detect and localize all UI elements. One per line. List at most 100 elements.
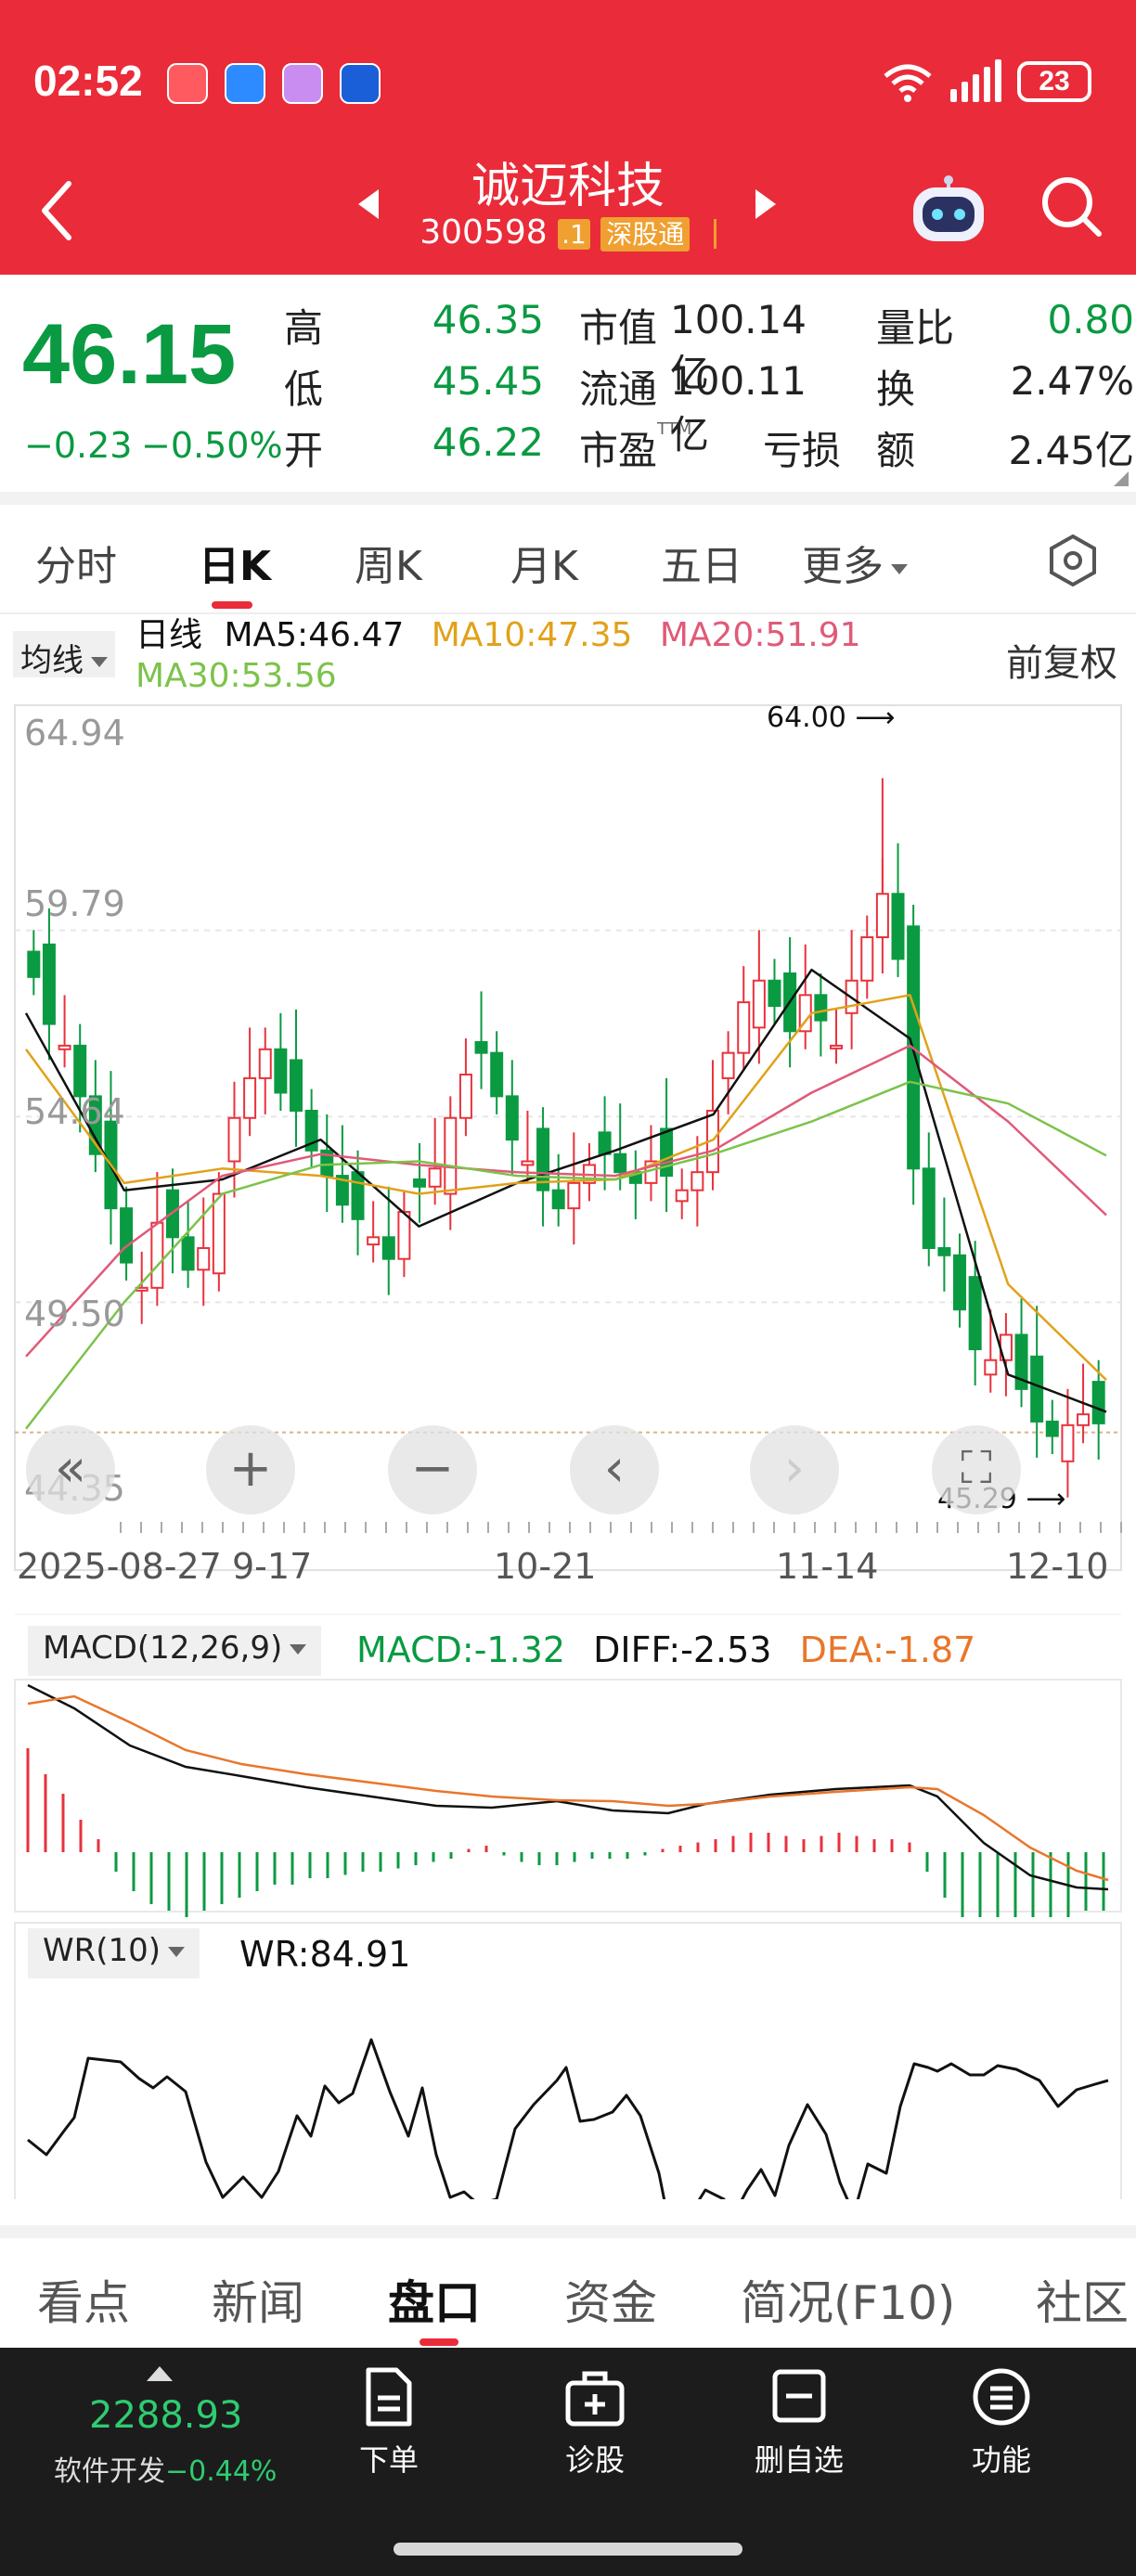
tab-order-book[interactable]: 盘口	[388, 2266, 481, 2333]
zoom-in-button[interactable]: +	[206, 1425, 295, 1514]
minus-icon: −	[410, 1438, 455, 1499]
order-label: 下单	[358, 2442, 419, 2478]
menu-circle-icon	[973, 2368, 1030, 2426]
index-name-row[interactable]: 软件开发−0.44%	[54, 2448, 277, 2489]
candle-down	[814, 994, 828, 1022]
index-change: −0.44%	[165, 2455, 278, 2488]
ma-legend-row: 日线 MA5:46.47 MA10:47.35 MA20:51.91	[136, 612, 861, 659]
candle-up	[830, 1044, 843, 1050]
stock-code-row: 300598 .1 深股通	[408, 213, 728, 251]
candle-down	[891, 893, 905, 960]
y-tick-3: 54.64	[24, 1091, 125, 1132]
candle-up	[428, 1167, 442, 1188]
high-price-label: 64.00 ⟶	[767, 702, 896, 734]
chevron-down-icon	[891, 563, 908, 574]
index-up-triangle-icon	[147, 2366, 173, 2381]
prev-stock-button[interactable]	[358, 189, 379, 219]
back-button[interactable]	[37, 178, 78, 243]
chevron-down-icon	[91, 657, 108, 667]
stat-value-pe: 亏损	[762, 428, 841, 473]
stat-label-amount: 额	[876, 428, 916, 473]
candle-up	[243, 1076, 257, 1119]
ma-line-ma10	[24, 994, 1107, 1381]
macd-chart[interactable]	[0, 1657, 1136, 1917]
remove-watchlist-label: 删自选	[754, 2442, 844, 2478]
candle-up	[752, 979, 766, 1029]
tab-f10[interactable]: 简况(F10)	[741, 2266, 955, 2333]
settings-hexagon-icon[interactable]	[1045, 533, 1101, 588]
battery-level: 23	[1039, 66, 1070, 97]
tab-news[interactable]: 新闻	[212, 2266, 304, 2333]
search-icon[interactable]	[1038, 173, 1104, 239]
candle-up	[458, 1074, 472, 1119]
diagnose-button[interactable]: 诊股	[544, 2366, 646, 2479]
chevron-down-icon	[290, 1644, 307, 1655]
candle-up	[227, 1116, 241, 1163]
stat-label-mktcap: 市值	[579, 305, 658, 351]
chevron-left-icon: ‹	[603, 1438, 626, 1499]
tab-community[interactable]: 社区	[1036, 2266, 1129, 2333]
candle-down	[922, 1167, 936, 1249]
candle-down	[1045, 1420, 1059, 1437]
ma20-value: MA20:51.91	[659, 616, 861, 654]
fullscreen-button[interactable]: ⛶	[932, 1425, 1021, 1514]
candle-down	[968, 1276, 982, 1351]
zoom-out-button[interactable]: −	[388, 1425, 477, 1514]
expand-corner-icon[interactable]	[1114, 471, 1129, 486]
tab-monthly-k[interactable]: 月K	[510, 533, 578, 592]
candle-down	[351, 1171, 365, 1220]
tab-five-day[interactable]: 五日	[661, 533, 742, 592]
functions-button[interactable]: 功能	[950, 2366, 1052, 2479]
status-time: 02:52	[33, 57, 143, 105]
x-tick-4: 11-14	[776, 1546, 879, 1587]
candle-up	[567, 1181, 581, 1210]
candle-up	[258, 1048, 272, 1079]
double-left-button[interactable]: «	[26, 1425, 115, 1514]
candle-up	[212, 1192, 226, 1275]
browser-app-icon	[340, 63, 381, 104]
x-tick-1: 2025-08-27	[17, 1546, 222, 1587]
tab-highlights[interactable]: 看点	[37, 2266, 130, 2333]
tab-intraday[interactable]: 分时	[35, 533, 117, 592]
robot-assistant-icon[interactable]	[910, 174, 988, 245]
candle-down	[42, 943, 56, 1025]
code-suffix-badge: .1	[558, 219, 590, 250]
candle-down	[490, 1051, 504, 1098]
candle-down	[551, 1189, 565, 1210]
stat-value-open: 46.22	[432, 419, 544, 465]
kline-type-label: 日线	[136, 616, 203, 654]
x-tick-2: 9-17	[232, 1546, 313, 1587]
candle-up	[444, 1116, 458, 1195]
tab-weekly-k[interactable]: 周K	[355, 533, 422, 592]
next-stock-button[interactable]	[755, 189, 776, 219]
remove-watchlist-button[interactable]: 删自选	[746, 2366, 852, 2479]
plus-icon: +	[228, 1438, 273, 1499]
candle-up	[397, 1211, 411, 1260]
tab-daily-k[interactable]: 日K	[199, 533, 271, 592]
scroll-left-button[interactable]: ‹	[570, 1425, 659, 1514]
ma-selector[interactable]: 均线	[13, 631, 115, 679]
y-tick-2: 59.79	[24, 883, 125, 924]
double-chevron-left-icon: «	[54, 1438, 87, 1499]
index-value[interactable]: 2288.93	[89, 2394, 242, 2437]
tab-funds[interactable]: 资金	[564, 2266, 657, 2333]
candle-up	[150, 1221, 164, 1289]
adjust-mode-button[interactable]: 前复权	[1006, 633, 1117, 687]
wr-chart[interactable]	[0, 1921, 1136, 2199]
candle-down	[1091, 1381, 1105, 1424]
candle-down	[660, 1127, 674, 1178]
candle-down	[505, 1095, 519, 1141]
candle-down	[413, 1178, 427, 1188]
home-indicator[interactable]	[394, 2543, 742, 2556]
scroll-right-button[interactable]: ›	[750, 1425, 839, 1514]
stat-label-volratio: 量比	[876, 305, 955, 351]
stat-label-high: 高	[284, 305, 324, 351]
x-tick-5: 12-10	[1006, 1546, 1109, 1587]
candle-up	[197, 1246, 211, 1271]
bottom-tabs-divider	[0, 2225, 1136, 2238]
exchange-badge: 深股通	[600, 217, 691, 251]
candle-down	[937, 1246, 951, 1256]
order-button[interactable]: 下单	[338, 2366, 440, 2479]
index-name: 软件开发	[54, 2455, 165, 2488]
tab-more[interactable]: 更多	[802, 533, 908, 592]
